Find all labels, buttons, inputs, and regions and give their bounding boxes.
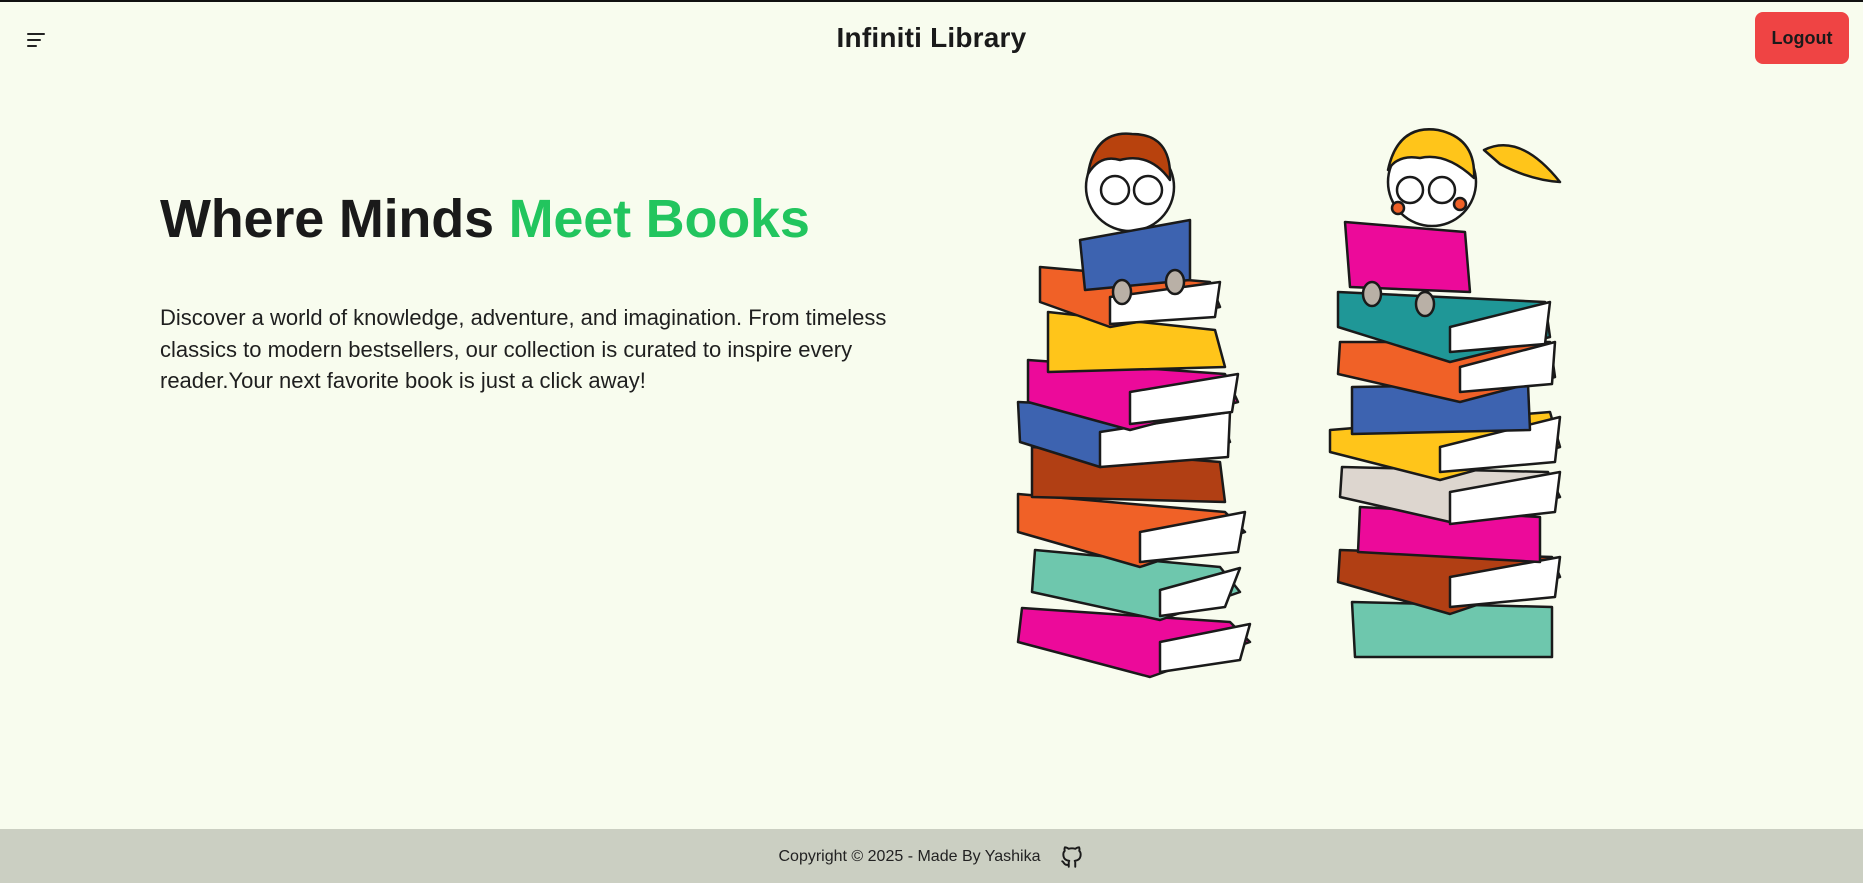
app-title: Infiniti Library bbox=[836, 22, 1027, 53]
reading-kids-illustration bbox=[1016, 128, 1562, 679]
hero-heading: Where Minds Meet Books bbox=[160, 188, 810, 250]
footer: Copyright © 2025 - Made By Yashika bbox=[0, 829, 1863, 883]
hero-heading-accent: Meet Books bbox=[508, 189, 810, 249]
github-icon[interactable] bbox=[1059, 844, 1085, 870]
hero-heading-part1: Where Minds bbox=[160, 189, 509, 249]
hero-description: Discover a world of knowledge, adventure… bbox=[160, 305, 887, 393]
logout-button[interactable]: Logout bbox=[1755, 12, 1849, 64]
navbar: Infiniti Library Logout bbox=[0, 2, 1863, 78]
copyright-text: Copyright © 2025 - Made By Yashika bbox=[778, 848, 1041, 865]
